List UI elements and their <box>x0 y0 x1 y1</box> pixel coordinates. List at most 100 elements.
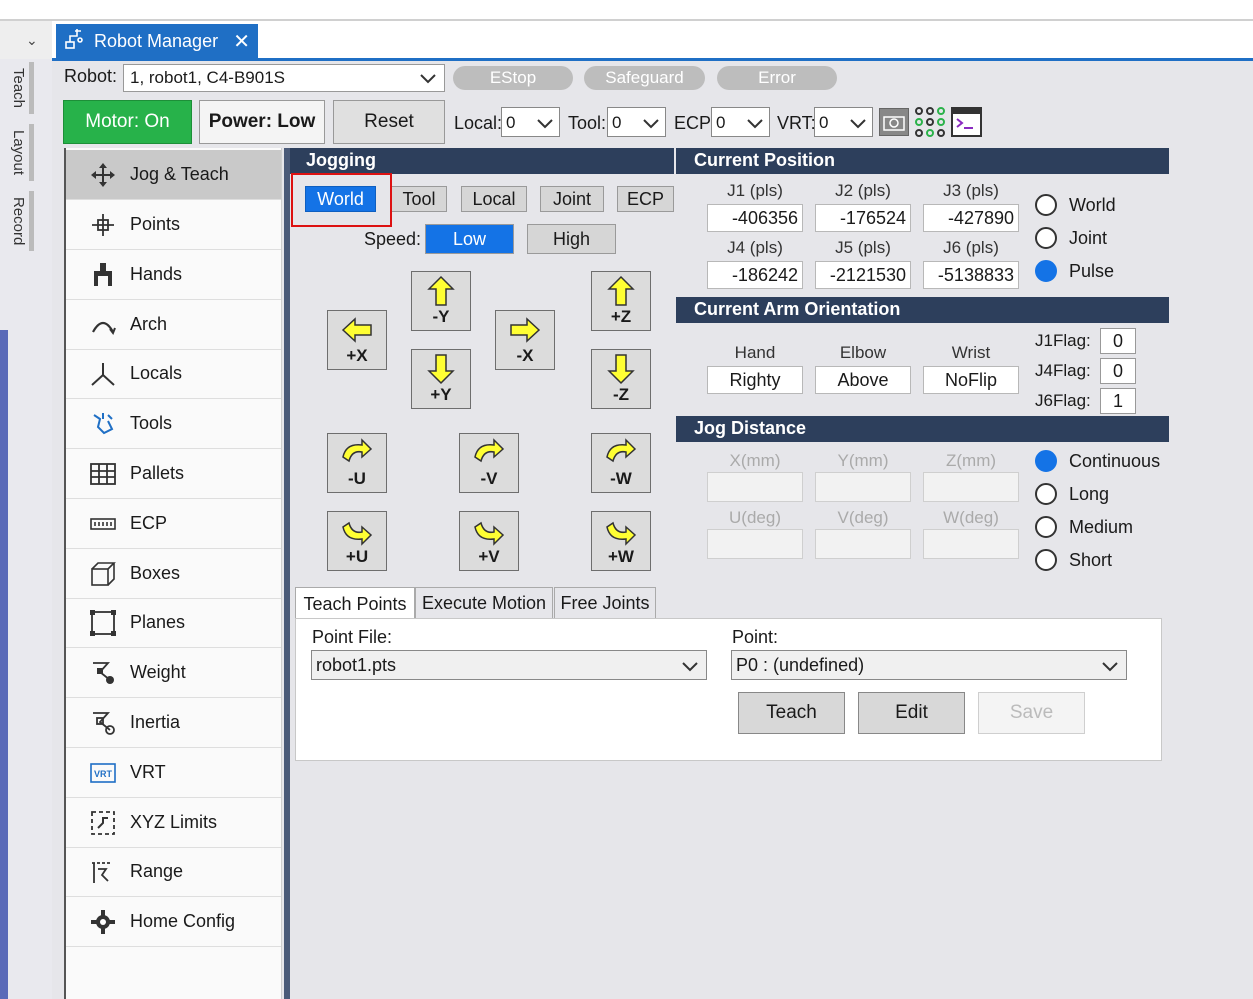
jog-minus-x-button[interactable]: -X <box>495 310 555 370</box>
jog-minus-z-button[interactable]: -Z <box>591 349 651 409</box>
jog-minus-w-button[interactable]: -W <box>591 433 651 493</box>
radio-button[interactable] <box>1035 194 1057 216</box>
tab-robot-manager[interactable]: Robot Manager ✕ <box>56 24 258 58</box>
jog-mode-ecp[interactable]: ECP <box>617 186 674 212</box>
sidebar-item-weight[interactable]: Weight <box>66 648 281 698</box>
vrt-select[interactable]: 0 <box>814 107 873 137</box>
jog-label: -W <box>610 469 632 488</box>
v-deg-field[interactable] <box>815 529 911 559</box>
sidebar-item-planes[interactable]: Planes <box>66 598 281 648</box>
sidebar-item-xyz-limits[interactable]: XYZ Limits <box>66 798 281 848</box>
radio-button-selected[interactable] <box>1035 260 1057 282</box>
jog-plus-z-button[interactable]: +Z <box>591 271 651 331</box>
jog-mode-tool[interactable]: Tool <box>391 186 447 212</box>
distance-medium[interactable]: Medium <box>1035 516 1133 538</box>
motor-button[interactable]: Motor: On <box>63 100 192 144</box>
sidebar-item-label: Locals <box>130 363 183 383</box>
position-mode-world[interactable]: World <box>1035 194 1116 216</box>
u-deg-field[interactable] <box>707 529 803 559</box>
jog-plus-w-button[interactable]: +W <box>591 511 651 571</box>
chevron-down-icon[interactable]: ⌄ <box>26 32 38 49</box>
local-select[interactable]: 0 <box>501 107 560 137</box>
edit-button[interactable]: Edit <box>858 692 965 734</box>
tools-icon <box>90 411 116 437</box>
rotate-ccw-icon <box>474 521 505 546</box>
ecp-select[interactable]: 0 <box>711 107 770 137</box>
jog-mode-local[interactable]: Local <box>461 186 527 212</box>
sidebar-item-hands[interactable]: Hands <box>66 250 281 300</box>
jog-mode-joint[interactable]: Joint <box>540 186 604 212</box>
x-mm-field[interactable] <box>707 472 803 502</box>
estop-indicator: EStop <box>453 66 573 90</box>
position-mode-joint[interactable]: Joint <box>1035 227 1107 249</box>
sidebar-item-range[interactable]: Range <box>66 847 281 897</box>
radio-label: Short <box>1069 549 1113 570</box>
chevron-down-icon <box>537 119 553 129</box>
power-button[interactable]: Power: Low <box>199 100 325 144</box>
point-select[interactable]: P0 : (undefined) <box>731 650 1127 680</box>
sidebar-item-ecp[interactable]: ECP <box>66 499 281 549</box>
jog-distance-header: Jog Distance <box>676 416 1169 442</box>
close-icon[interactable]: ✕ <box>233 29 250 54</box>
arm-orientation-header: Current Arm Orientation <box>676 297 1169 323</box>
teach-button[interactable]: Teach <box>738 692 845 734</box>
radio-button[interactable] <box>1035 516 1057 538</box>
terminal-icon[interactable] <box>951 107 982 137</box>
jog-minus-v-button[interactable]: -V <box>459 433 519 493</box>
panel-divider[interactable] <box>284 148 290 999</box>
sidebar-item-jog-teach[interactable]: Jog & Teach <box>66 150 281 200</box>
sidebar-item-locals[interactable]: Locals <box>66 349 281 399</box>
jog-plus-u-button[interactable]: +U <box>327 511 387 571</box>
speed-high-button[interactable]: High <box>527 224 616 254</box>
tab-free-joints[interactable]: Free Joints <box>554 587 656 619</box>
camera-icon[interactable] <box>879 108 909 136</box>
side-tab-record[interactable]: Record <box>8 191 34 252</box>
sidebar-item-home-config[interactable]: Home Config <box>66 897 281 947</box>
ecp-label: ECP: <box>674 113 717 133</box>
jog-plus-v-button[interactable]: +V <box>459 511 519 571</box>
robot-select[interactable]: 1, robot1, C4-B901S <box>123 64 445 92</box>
radio-button[interactable] <box>1035 549 1057 571</box>
j4flag-value: 0 <box>1100 358 1136 384</box>
range-icon <box>90 859 116 885</box>
j5-label: J5 (pls) <box>835 238 891 257</box>
io-grid-icon[interactable] <box>914 106 946 138</box>
position-mode-pulse[interactable]: Pulse <box>1035 260 1114 282</box>
j3-label: J3 (pls) <box>943 181 999 200</box>
jog-plus-x-button[interactable]: +X <box>327 310 387 370</box>
side-tab-layout[interactable]: Layout <box>8 124 34 182</box>
sidebar-item-arch[interactable]: Arch <box>66 300 281 350</box>
sidebar-item-boxes[interactable]: Boxes <box>66 549 281 599</box>
sidebar-item-tools[interactable]: Tools <box>66 399 281 449</box>
distance-long[interactable]: Long <box>1035 483 1109 505</box>
z-mm-field[interactable] <box>923 472 1019 502</box>
y-mm-field[interactable] <box>815 472 911 502</box>
speed-low-button[interactable]: Low <box>425 224 514 254</box>
jog-plus-y-button[interactable]: +Y <box>411 349 471 409</box>
arrow-up-icon <box>427 275 455 306</box>
radio-button-selected[interactable] <box>1035 450 1057 472</box>
sidebar-item-points[interactable]: Points <box>66 200 281 250</box>
radio-button[interactable] <box>1035 483 1057 505</box>
jog-minus-y-button[interactable]: -Y <box>411 271 471 331</box>
radio-button[interactable] <box>1035 227 1057 249</box>
jog-minus-u-button[interactable]: -U <box>327 433 387 493</box>
j5-value: -2121530 <box>815 261 911 289</box>
sidebar-item-label: Weight <box>130 662 186 682</box>
sidebar-item-inertia[interactable]: Inertia <box>66 698 281 748</box>
w-deg-field[interactable] <box>923 529 1019 559</box>
tab-teach-points[interactable]: Teach Points <box>295 587 415 620</box>
z-mm-label: Z(mm) <box>945 451 997 470</box>
tab-execute-motion[interactable]: Execute Motion <box>415 587 553 619</box>
distance-continuous[interactable]: Continuous <box>1035 450 1160 472</box>
point-label: Point: <box>732 627 779 647</box>
save-button[interactable]: Save <box>978 692 1085 734</box>
point-file-select[interactable]: robot1.pts <box>311 650 707 680</box>
distance-short[interactable]: Short <box>1035 549 1112 571</box>
sidebar-item-vrt[interactable]: VRT VRT <box>66 748 281 798</box>
sidebar-item-pallets[interactable]: Pallets <box>66 449 281 499</box>
elbow-label: Elbow <box>839 343 887 362</box>
tool-select[interactable]: 0 <box>607 107 666 137</box>
reset-button[interactable]: Reset <box>333 100 445 144</box>
side-tab-teach[interactable]: Teach <box>8 62 34 115</box>
